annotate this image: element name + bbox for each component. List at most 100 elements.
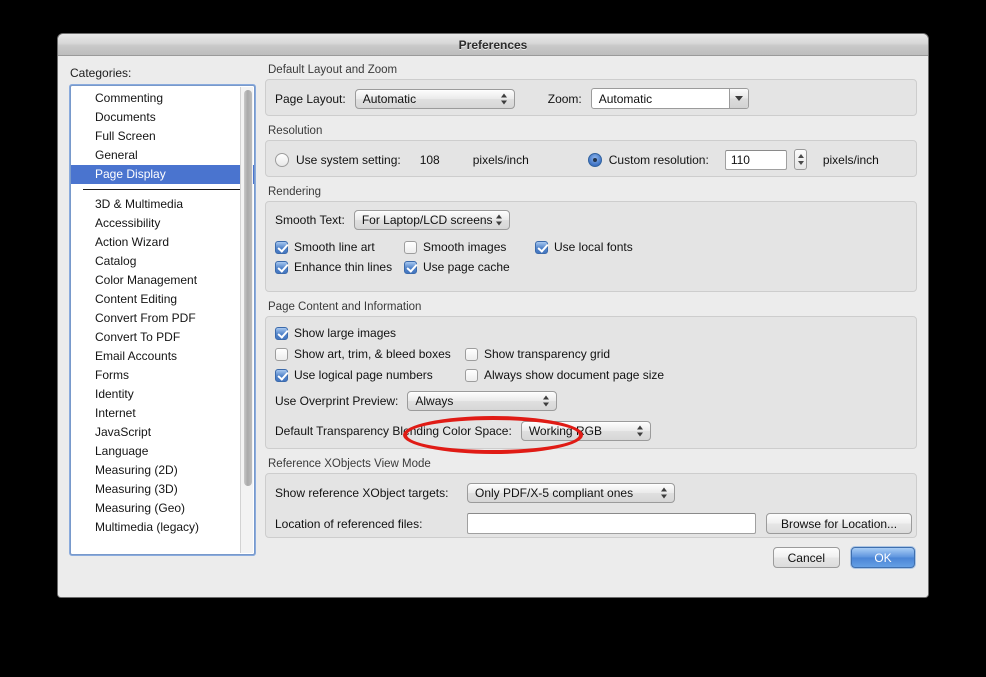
radio-use-system-setting[interactable] [275, 152, 289, 167]
checkbox-show-large-images[interactable]: Show large images [275, 326, 396, 340]
sidebar-separator [83, 189, 242, 190]
sidebar-item-email-accounts[interactable]: Email Accounts [71, 347, 254, 366]
sidebar-item-measuring-2d[interactable]: Measuring (2D) [71, 461, 254, 480]
overprint-preview-value: Always [415, 394, 454, 408]
checkbox-icon[interactable] [465, 368, 478, 382]
checkbox-icon[interactable] [465, 347, 478, 361]
sidebar-item-color-management[interactable]: Color Management [71, 271, 254, 290]
updown-arrows-icon [636, 425, 644, 438]
cancel-button[interactable]: Cancel [772, 547, 840, 568]
dialog-body: Categories: Commenting Documents Full Sc… [58, 56, 928, 597]
preferences-window: Preferences Categories: Commenting Docum… [57, 33, 929, 598]
checkbox-use-page-cache[interactable]: Use page cache [404, 260, 510, 274]
checkbox-label: Smooth line art [294, 240, 375, 254]
checkbox-icon[interactable] [535, 240, 548, 254]
zoom-combobox[interactable]: Automatic [590, 88, 749, 109]
sidebar-item-multimedia-legacy[interactable]: Multimedia (legacy) [71, 518, 254, 537]
checkbox-show-transparency-grid[interactable]: Show transparency grid [465, 347, 610, 361]
zoom-label: Zoom: [547, 91, 582, 106]
xobject-targets-value: Only PDF/X-5 compliant ones [475, 486, 634, 500]
radio-custom-resolution[interactable] [587, 152, 602, 167]
group-resolution: Use system setting: 108 pixels/inch Cust… [265, 140, 917, 177]
section-page-content: Page Content and Information Show large … [265, 301, 917, 449]
sidebar-item-full-screen[interactable]: Full Screen [71, 127, 254, 146]
sidebar-item-language[interactable]: Language [71, 442, 254, 461]
section-reference-xobjects: Reference XObjects View Mode Show refere… [265, 458, 917, 538]
checkbox-icon[interactable] [404, 240, 417, 254]
checkbox-icon[interactable] [275, 326, 288, 340]
scrollbar-thumb[interactable] [244, 90, 252, 486]
custom-resolution-input[interactable]: 110 [724, 149, 787, 170]
system-resolution-units: pixels/inch [472, 152, 529, 167]
checkbox-label: Use local fonts [554, 240, 633, 254]
sidebar-item-convert-from-pdf[interactable]: Convert From PDF [71, 309, 254, 328]
sidebar-item-general[interactable]: General [71, 146, 254, 165]
checkbox-label: Show art, trim, & bleed boxes [294, 347, 451, 361]
group-layout-zoom: Page Layout: Automatic Zoom: Automatic [265, 79, 917, 116]
checkbox-label: Use page cache [423, 260, 510, 274]
sidebar-item-catalog[interactable]: Catalog [71, 252, 254, 271]
sidebar-item-page-display[interactable]: Page Display [71, 165, 254, 184]
categories-listbox[interactable]: Commenting Documents Full Screen General… [69, 84, 256, 556]
checkbox-label: Show large images [294, 326, 397, 340]
page-layout-popup[interactable]: Automatic [354, 88, 515, 109]
sidebar-item-3d-multimedia[interactable]: 3D & Multimedia [71, 195, 254, 214]
chevron-down-icon[interactable] [728, 89, 748, 108]
checkbox-icon[interactable] [275, 260, 288, 274]
custom-resolution-label: Custom resolution: [608, 152, 709, 167]
section-title-rendering: Rendering [268, 186, 322, 198]
location-files-input[interactable] [467, 513, 756, 534]
section-title-page-content: Page Content and Information [268, 301, 422, 313]
sidebar-item-documents[interactable]: Documents [71, 108, 254, 127]
checkbox-label: Use logical page numbers [294, 368, 433, 382]
desktop-background: Preferences Categories: Commenting Docum… [0, 0, 986, 677]
group-reference-xobjects: Show reference XObject targets: Only PDF… [265, 473, 917, 538]
sidebar-item-measuring-geo[interactable]: Measuring (Geo) [71, 499, 254, 518]
checkbox-always-show-page-size[interactable]: Always show document page size [465, 368, 664, 382]
checkbox-show-boxes[interactable]: Show art, trim, & bleed boxes [275, 347, 465, 361]
updown-arrows-icon [500, 92, 508, 105]
sidebar-item-convert-to-pdf[interactable]: Convert To PDF [71, 328, 254, 347]
ok-button[interactable]: OK [851, 547, 915, 568]
updown-arrows-icon [543, 395, 550, 408]
xobject-targets-popup[interactable]: Only PDF/X-5 compliant ones [467, 483, 675, 503]
sidebar-item-accessibility[interactable]: Accessibility [71, 214, 254, 233]
sidebar-item-commenting[interactable]: Commenting [71, 89, 254, 108]
location-files-label: Location of referenced files: [275, 516, 423, 531]
checkbox-icon[interactable] [404, 260, 417, 274]
smooth-text-label: Smooth Text: [275, 213, 345, 227]
section-title-reference-xobjects: Reference XObjects View Mode [268, 458, 431, 470]
sidebar-item-measuring-3d[interactable]: Measuring (3D) [71, 480, 254, 499]
sidebar-item-javascript[interactable]: JavaScript [71, 423, 254, 442]
sidebar-item-action-wizard[interactable]: Action Wizard [71, 233, 254, 252]
use-system-setting-label: Use system setting: [296, 152, 401, 167]
checkbox-use-local-fonts[interactable]: Use local fonts [535, 240, 633, 254]
checkbox-label: Always show document page size [484, 368, 665, 382]
categories-scrollbar[interactable] [240, 87, 253, 553]
group-page-content: Show large images Show art, trim, & blee… [265, 316, 917, 449]
checkbox-icon[interactable] [275, 240, 288, 254]
sidebar-item-content-editing[interactable]: Content Editing [71, 290, 254, 309]
checkbox-logical-page-numbers[interactable]: Use logical page numbers [275, 368, 465, 382]
sidebar-item-internet[interactable]: Internet [71, 404, 254, 423]
checkbox-smooth-images[interactable]: Smooth images [404, 240, 535, 254]
checkbox-icon[interactable] [275, 347, 288, 361]
section-title-layout-zoom: Default Layout and Zoom [268, 64, 398, 76]
checkbox-smooth-line-art[interactable]: Smooth line art [275, 240, 404, 254]
xobject-targets-label: Show reference XObject targets: [275, 486, 449, 500]
sidebar-item-forms[interactable]: Forms [71, 366, 254, 385]
blending-color-space-popup[interactable]: Working RGB [520, 421, 651, 441]
categories-list: Commenting Documents Full Screen General… [71, 86, 254, 537]
overprint-preview-popup[interactable]: Always [407, 391, 558, 411]
custom-resolution-stepper[interactable] [793, 149, 807, 170]
smooth-text-value: For Laptop/LCD screens [361, 213, 493, 227]
smooth-text-popup[interactable]: For Laptop/LCD screens [353, 210, 510, 230]
page-layout-value: Automatic [362, 91, 417, 106]
sidebar-item-identity[interactable]: Identity [71, 385, 254, 404]
checkbox-icon[interactable] [275, 368, 288, 382]
window-titlebar[interactable]: Preferences [58, 34, 928, 56]
browse-for-location-button[interactable]: Browse for Location... [766, 513, 913, 534]
section-default-layout-zoom: Default Layout and Zoom Page Layout: Aut… [265, 64, 917, 116]
zoom-value: Automatic [598, 91, 653, 106]
checkbox-enhance-thin-lines[interactable]: Enhance thin lines [275, 260, 404, 274]
